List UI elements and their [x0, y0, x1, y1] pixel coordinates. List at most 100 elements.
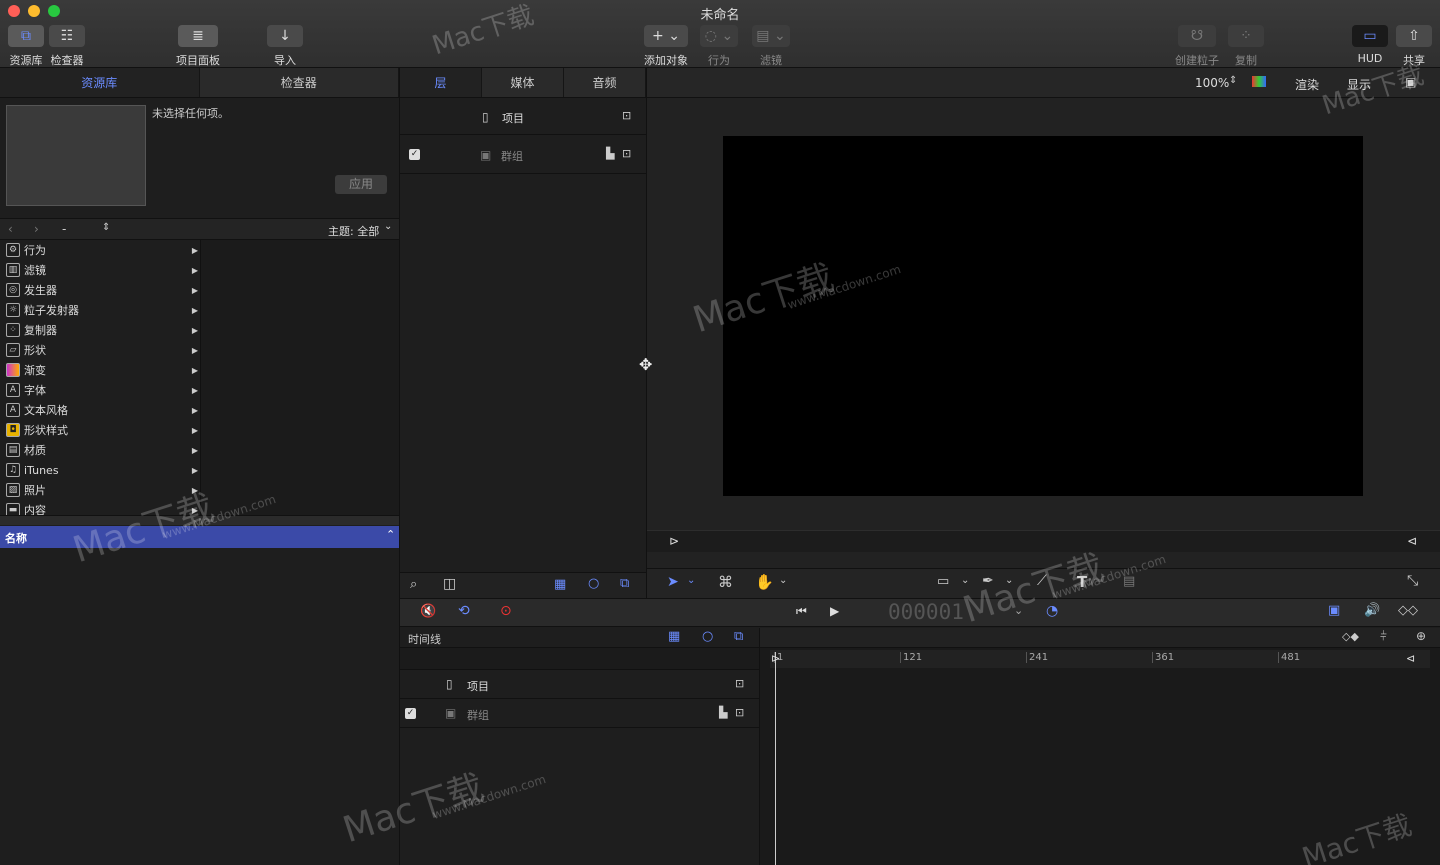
layers-stack-icon[interactable]: ⧉ — [734, 629, 743, 644]
circle-icon[interactable]: ○ — [702, 629, 713, 644]
replicate-label: 复制 — [1235, 54, 1257, 67]
group-layer-row[interactable]: ✓ ▣ 群组 ▙ ⊡ — [400, 136, 646, 174]
category-item[interactable]: ☼ 粒子发射器 ▶ — [0, 300, 200, 320]
category-item[interactable]: ▨ 照片 ▶ — [0, 480, 200, 500]
render-menu[interactable]: 渲染 — [1295, 76, 1319, 93]
hand-icon[interactable]: ✋ — [755, 573, 774, 591]
category-item[interactable]: ▥ 滤镜 ▶ — [0, 260, 200, 280]
category-label: 材质 — [24, 444, 46, 457]
tab-audio[interactable]: 音频 — [564, 68, 646, 97]
rectangle-tool-icon[interactable]: ▭ — [937, 574, 949, 589]
fullscreen-icon[interactable]: ⤡ — [1407, 573, 1418, 589]
add-object-button[interactable]: + ⌄ 添加对象 — [644, 25, 688, 68]
transform-icon[interactable]: ⌘ — [718, 573, 733, 591]
canvas-viewport[interactable] — [723, 136, 1363, 496]
out-marker-icon[interactable]: ⊲ — [1406, 652, 1415, 665]
thumbnail-toggle-icon[interactable]: ◫ — [443, 576, 456, 592]
category-item[interactable]: A 文本风格 ▶ — [0, 400, 200, 420]
layout-icon[interactable]: ▣ — [1405, 75, 1416, 89]
add-keyframe-icon[interactable]: ◇◆ — [1342, 630, 1359, 643]
category-label: 滤镜 — [24, 264, 46, 277]
category-item[interactable]: ◘ 形状样式 ▶ — [0, 420, 200, 440]
back-arrow-icon[interactable]: ‹ — [8, 222, 13, 236]
volume-icon[interactable]: 🔊 — [1364, 603, 1380, 618]
project-panel-button[interactable]: ≣ 项目面板 — [176, 25, 220, 68]
snapping-icon[interactable]: ⫩ — [1380, 629, 1387, 644]
hud-button[interactable]: ▭ HUD — [1352, 25, 1388, 65]
mute-icon[interactable]: 🔇 — [420, 604, 436, 619]
category-item[interactable]: ▤ 材质 ▶ — [0, 440, 200, 460]
record-icon[interactable]: ⊙ — [500, 603, 512, 619]
create-particles-button[interactable]: ☋ 创建粒子 — [1175, 25, 1219, 68]
tab-inspector[interactable]: 检查器 — [200, 68, 399, 97]
category-item[interactable]: ⁘ 复制器 ▶ — [0, 320, 200, 340]
category-item[interactable]: ▦ 渐变 ▶ — [0, 360, 200, 380]
filter-button[interactable]: ▤ ⌄ 滤镜 — [752, 25, 790, 68]
out-point-icon[interactable]: ⊲ — [1407, 534, 1417, 548]
category-item[interactable]: ♫ iTunes ▶ — [0, 460, 200, 480]
timeline-project-row[interactable]: ▯ 项目 ⊡ — [400, 671, 759, 699]
mask-tool-icon[interactable]: ▤ — [1123, 574, 1135, 589]
timeline-group-row[interactable]: ✓ ▣ 群组 ▙ ⊡ — [400, 700, 759, 728]
behavior-button[interactable]: ◌ ⌄ 行为 — [700, 25, 738, 68]
share-button[interactable]: ⇧ 共享 — [1396, 25, 1432, 68]
in-point-icon[interactable]: ⊳ — [669, 534, 679, 548]
import-button[interactable]: ↓ 导入 — [267, 25, 303, 68]
color-channels-icon[interactable] — [1252, 76, 1266, 87]
play-icon[interactable]: ▶ — [830, 604, 839, 618]
tab-library[interactable]: 资源库 — [0, 68, 200, 97]
timeline-project-label: 项目 — [467, 680, 489, 693]
mask-icon[interactable]: ▙ — [606, 147, 614, 160]
circle-icon[interactable]: ○ — [588, 576, 599, 591]
unlock-icon[interactable]: ⊡ — [622, 109, 631, 122]
category-item[interactable]: A 字体 ▶ — [0, 380, 200, 400]
search-icon[interactable]: ⌕ — [410, 577, 417, 592]
replicate-button[interactable]: ⁘ 复制 — [1228, 25, 1264, 68]
category-item[interactable]: ◎ 发生器 ▶ — [0, 280, 200, 300]
timecode-display[interactable]: 000001 — [888, 600, 964, 624]
tab-media[interactable]: 媒体 — [482, 68, 564, 97]
nav-dash[interactable]: - — [62, 222, 66, 236]
category-item[interactable]: ▱ 形状 ▶ — [0, 340, 200, 360]
loop-icon[interactable]: ⟲ — [458, 603, 470, 619]
unlock-icon[interactable]: ⊡ — [622, 147, 631, 160]
unlock-icon[interactable]: ⊡ — [735, 706, 744, 719]
category-item[interactable]: ⚙ 行为 ▶ — [0, 240, 200, 260]
bezier-pen-icon[interactable]: ✒ — [982, 573, 994, 589]
playhead-handle-icon[interactable]: ⊳ — [771, 652, 780, 665]
forward-arrow-icon[interactable]: › — [34, 222, 39, 236]
keyframes-icon[interactable]: ◇◇ — [1398, 603, 1418, 618]
group-visibility-checkbox[interactable]: ✓ — [405, 708, 416, 719]
splitter[interactable] — [0, 515, 399, 525]
theme-select[interactable]: 主题: 全部 — [328, 223, 379, 239]
filmstrip-icon[interactable]: ▣ — [1328, 603, 1340, 618]
zoom-stepper-icon[interactable]: ⇕ — [1229, 75, 1237, 86]
apply-button[interactable]: 应用 — [335, 175, 387, 194]
unlock-icon[interactable]: ⊡ — [735, 677, 744, 690]
library-button[interactable]: ⧉ 资源库 — [8, 25, 44, 68]
view-menu[interactable]: 显示 — [1347, 76, 1371, 93]
disclosure-arrow-icon: ▶ — [191, 485, 198, 495]
zoom-select[interactable]: 100% — [1195, 76, 1229, 90]
checker-icon[interactable]: ▦ — [668, 629, 680, 644]
text-tool-icon[interactable]: T — [1077, 573, 1087, 591]
inspector-button[interactable]: ☷ 检查器 — [49, 25, 85, 68]
name-column-header[interactable]: 名称 ⌃ — [0, 526, 399, 548]
layers-stack-icon[interactable]: ⧉ — [620, 576, 629, 591]
mask-icon[interactable]: ▙ — [719, 706, 727, 719]
disclosure-arrow-icon: ▶ — [191, 325, 198, 335]
timeline-track-area[interactable]: ◇◆ ⫩ ⊕ 1 121 241 361 481 ⊳ ⊲ — [760, 628, 1440, 865]
go-to-start-icon[interactable]: ⏮ — [796, 604, 807, 619]
select-arrow-icon[interactable]: ➤ — [667, 574, 679, 590]
project-layer-row[interactable]: ▯ 项目 ⊡ — [400, 99, 646, 135]
checker-icon[interactable]: ▦ — [554, 577, 566, 592]
zoom-in-icon[interactable]: ⊕ — [1416, 629, 1426, 643]
mini-timeline[interactable]: ⊳ ⊲ — [647, 530, 1440, 552]
sort-icon[interactable]: ⇕ — [102, 222, 110, 233]
tab-layers[interactable]: 层 — [400, 68, 482, 97]
disclosure-arrow-icon: ▶ — [191, 365, 198, 375]
paint-stroke-icon[interactable]: ⟋ — [1037, 573, 1047, 589]
group-visibility-checkbox[interactable]: ✓ — [409, 149, 420, 160]
timeline-ruler[interactable]: 1 121 241 361 481 — [770, 650, 1430, 668]
playhead[interactable] — [775, 652, 776, 865]
